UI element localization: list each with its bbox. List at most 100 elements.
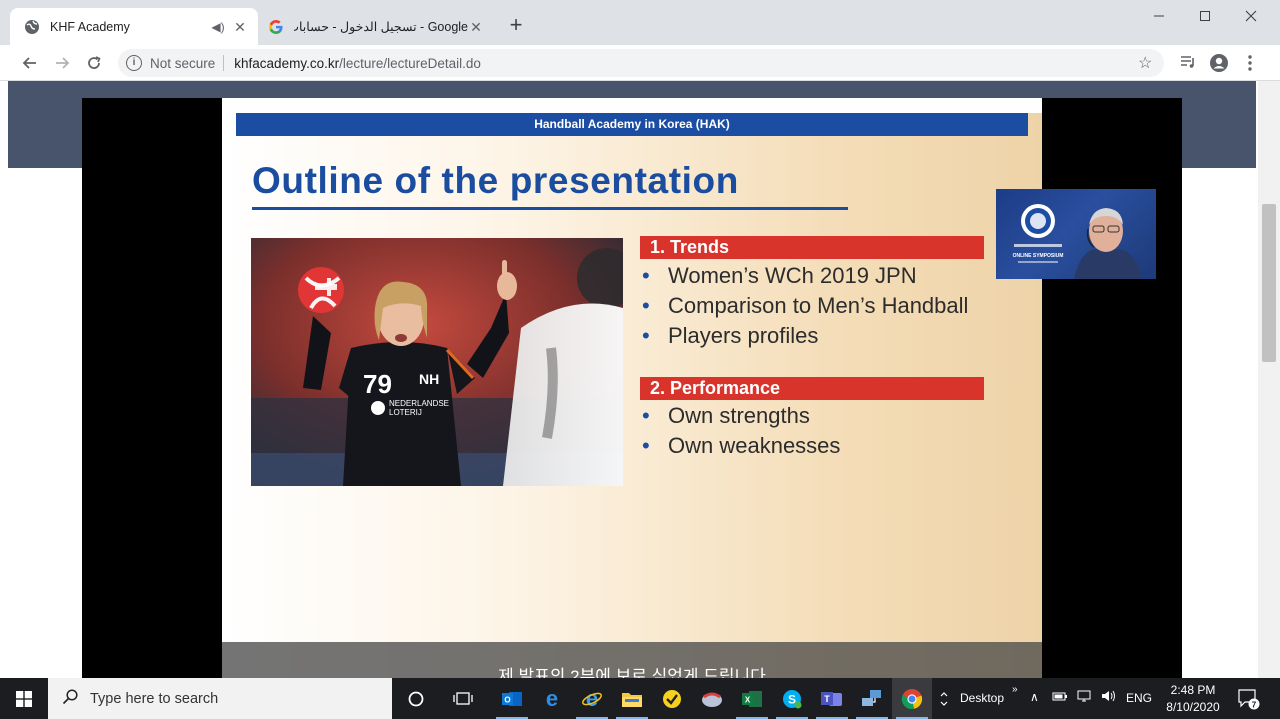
chrome-app[interactable] bbox=[892, 678, 932, 719]
internet-explorer-app[interactable]: e bbox=[572, 678, 612, 719]
close-window-button[interactable] bbox=[1228, 0, 1274, 32]
app-globe[interactable] bbox=[692, 678, 732, 719]
bookmark-star-icon[interactable]: ☆ bbox=[1138, 53, 1152, 73]
close-tab-icon[interactable]: ✕ bbox=[232, 19, 248, 35]
search-icon bbox=[62, 688, 78, 709]
svg-text:e: e bbox=[546, 688, 558, 710]
security-label[interactable]: Not secure bbox=[150, 56, 215, 71]
excel-icon: X bbox=[742, 690, 762, 707]
taskbar-clock[interactable]: 2:48 PM 8/10/2020 bbox=[1164, 682, 1222, 716]
chrome-icon bbox=[901, 688, 923, 709]
bullet-item: • Players profiles bbox=[642, 323, 819, 348]
skype-icon: S bbox=[783, 689, 802, 708]
scrollbar[interactable] bbox=[1258, 81, 1280, 678]
subtitle-text: 제 발표의 2부에 보로 싶었게 드립니다 bbox=[498, 667, 766, 678]
forward-button[interactable] bbox=[50, 51, 74, 75]
svg-text:e: e bbox=[586, 688, 598, 710]
task-view-button[interactable] bbox=[443, 678, 483, 719]
svg-text:X: X bbox=[745, 695, 751, 704]
presenter-webcam: ONLINE SYMPOSIUM bbox=[996, 189, 1156, 279]
arrow-right-icon bbox=[56, 57, 70, 69]
slide-banner: Handball Academy in Korea (HAK) bbox=[236, 113, 1028, 136]
tab-title: KHF Academy bbox=[50, 19, 130, 34]
close-icon bbox=[1245, 10, 1257, 22]
slide-title: Outline of the presentation bbox=[252, 160, 739, 201]
bullet-item: • Own weaknesses bbox=[642, 433, 841, 458]
teams-icon: T bbox=[821, 691, 842, 706]
close-tab-icon[interactable]: ✕ bbox=[468, 19, 484, 35]
kebab-menu-icon[interactable] bbox=[1240, 53, 1260, 73]
globe-icon bbox=[24, 19, 40, 35]
windows-logo-icon bbox=[16, 690, 32, 707]
edge-app[interactable]: e bbox=[532, 678, 572, 719]
clock-time: 2:48 PM bbox=[1170, 683, 1216, 697]
maximize-button[interactable] bbox=[1182, 0, 1228, 32]
action-center-button[interactable]: 7 bbox=[1236, 687, 1260, 714]
section-heading-performance: 2. Performance bbox=[640, 377, 984, 400]
start-button[interactable] bbox=[0, 678, 48, 719]
outlook-app[interactable]: O bbox=[492, 678, 532, 719]
taskbar-search[interactable]: Type here to search bbox=[48, 678, 392, 719]
taskbar-scroll[interactable] bbox=[934, 678, 954, 719]
volume-icon[interactable] bbox=[1100, 689, 1118, 706]
network-globe-icon bbox=[702, 692, 722, 707]
title-underline bbox=[252, 207, 848, 210]
back-button[interactable] bbox=[18, 51, 42, 75]
cortana-icon bbox=[408, 691, 424, 706]
language-indicator[interactable]: ENG bbox=[1126, 691, 1152, 705]
divider bbox=[223, 55, 225, 71]
subtitle-overlay: 제 발표의 2부에 보로 싶었게 드립니다 bbox=[222, 642, 1042, 678]
file-explorer-app[interactable] bbox=[612, 678, 652, 719]
media-control-icon[interactable] bbox=[1178, 53, 1198, 73]
tab-strip: KHF Academy ◀) ✕ Google - تسجيل الدخول -… bbox=[0, 0, 1280, 45]
network-drive-icon bbox=[862, 689, 881, 706]
outlook-icon: O bbox=[502, 691, 522, 706]
browser-toolbar: i Not secure khfacademy.co.kr/lecture/le… bbox=[0, 45, 1280, 81]
section-heading-trends: 1. Trends bbox=[640, 236, 984, 259]
reload-icon bbox=[88, 56, 101, 69]
cortana-button[interactable] bbox=[396, 678, 436, 719]
notification-icon: 7 bbox=[1238, 689, 1260, 710]
svg-text:T: T bbox=[824, 694, 830, 704]
clock-date: 8/10/2020 bbox=[1166, 700, 1220, 714]
svg-text:O: O bbox=[504, 695, 510, 704]
reload-button[interactable] bbox=[82, 51, 106, 75]
skype-app[interactable]: S bbox=[772, 678, 812, 719]
desktop-toolbar[interactable]: Desktop bbox=[960, 691, 1004, 705]
url-host: khfacademy.co.kr bbox=[234, 55, 340, 71]
sponsor-line2: LOTERIJ bbox=[389, 408, 422, 417]
excel-app[interactable]: X bbox=[732, 678, 772, 719]
webcam-caption: ONLINE SYMPOSIUM bbox=[1013, 253, 1064, 259]
show-hidden-icons-icon[interactable]: ∧ bbox=[1030, 690, 1039, 704]
network-icon[interactable] bbox=[1076, 689, 1094, 706]
new-tab-button[interactable]: + bbox=[504, 14, 528, 38]
remote-app[interactable] bbox=[852, 678, 892, 719]
minimize-button[interactable] bbox=[1136, 0, 1182, 32]
google-icon bbox=[268, 19, 284, 35]
toolbar-expand-icon[interactable]: » bbox=[1012, 684, 1018, 695]
lecture-slide: Handball Academy in Korea (HAK) Outline … bbox=[222, 98, 1042, 678]
jersey-number: 79 bbox=[363, 369, 392, 399]
windows-taskbar: Type here to search O e e X S T Desktop … bbox=[0, 678, 1280, 719]
speaker-icon[interactable]: ◀) bbox=[210, 20, 226, 34]
bullet-item: • Women’s WCh 2019 JPN bbox=[642, 263, 917, 288]
norton-app[interactable] bbox=[652, 678, 692, 719]
scrollbar-thumb[interactable] bbox=[1262, 204, 1276, 362]
web-page: Handball Academy in Korea (HAK) Outline … bbox=[0, 81, 1280, 678]
arrow-left-icon bbox=[22, 57, 36, 69]
task-view-icon bbox=[453, 691, 473, 705]
norton-icon bbox=[663, 689, 681, 708]
battery-icon[interactable] bbox=[1052, 689, 1068, 706]
tab-google-signin[interactable]: Google - تسجيل الدخول - حسابات ✕ bbox=[260, 8, 494, 45]
edge-icon: e bbox=[546, 688, 558, 710]
address-bar[interactable]: i Not secure khfacademy.co.kr/lecture/le… bbox=[118, 49, 1164, 77]
tab-khf-academy[interactable]: KHF Academy ◀) ✕ bbox=[10, 8, 258, 45]
profile-avatar-icon[interactable] bbox=[1209, 53, 1229, 73]
teams-app[interactable]: T bbox=[812, 678, 852, 719]
handball-player-photo: 79 NH NEDERLANDSE LOTERIJ bbox=[251, 238, 623, 486]
maximize-icon bbox=[1200, 11, 1210, 21]
tab-title: Google - تسجيل الدخول - حسابات bbox=[294, 20, 468, 34]
ie-icon: e bbox=[582, 688, 602, 710]
search-placeholder: Type here to search bbox=[90, 690, 219, 707]
info-icon[interactable]: i bbox=[126, 55, 142, 71]
